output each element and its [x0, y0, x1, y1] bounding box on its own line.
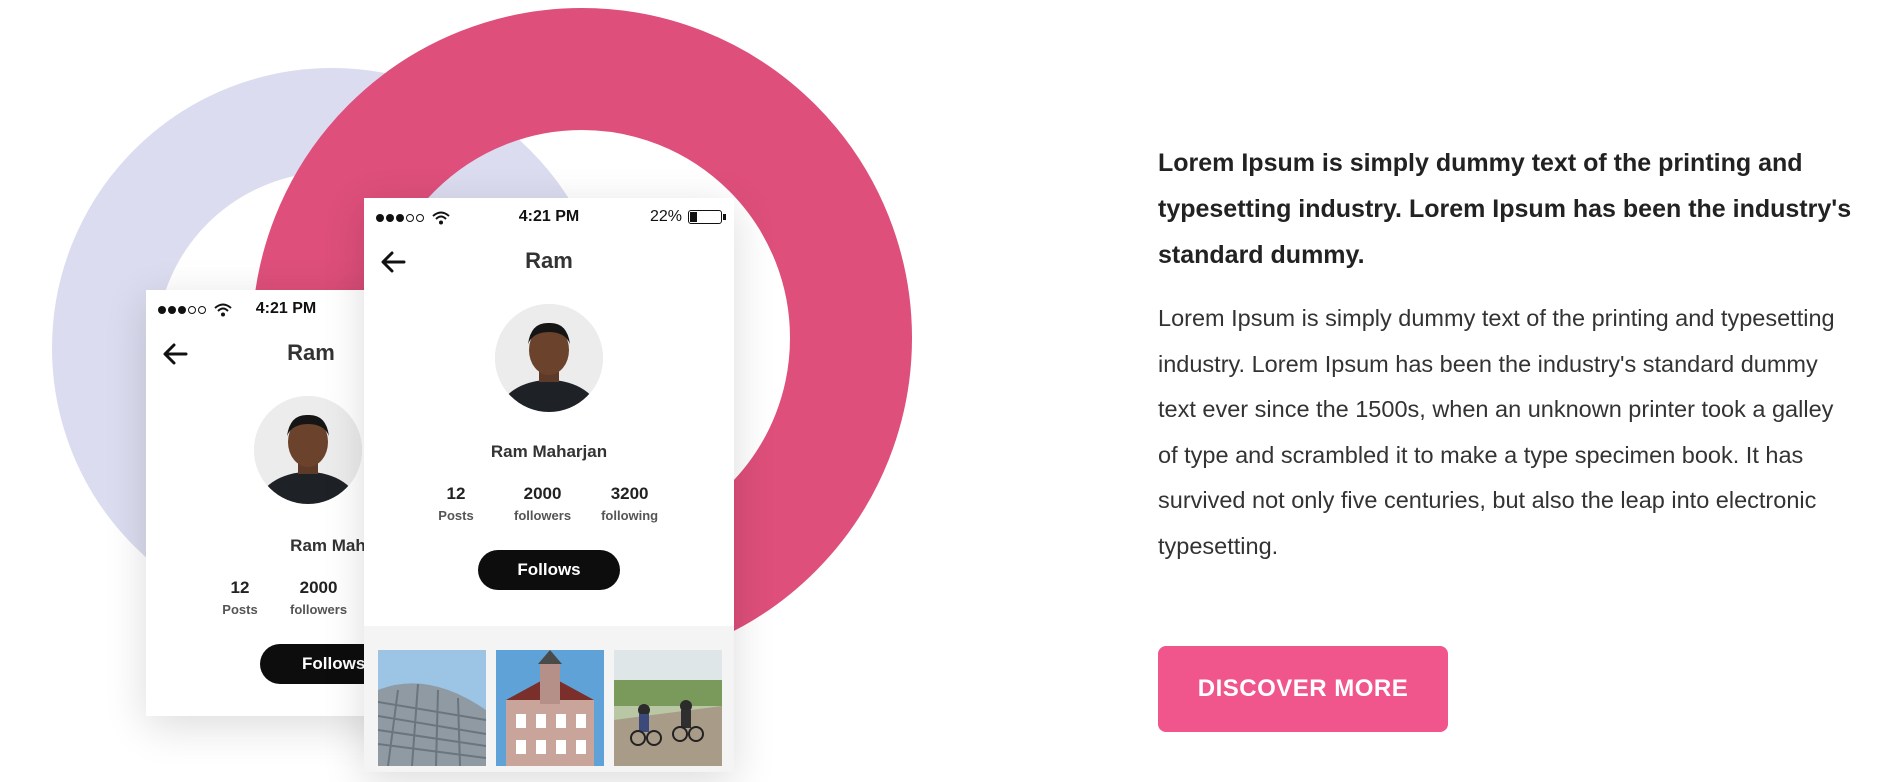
phone-screen: 4:21 PM 22% Ram Ram Maharjan 12 Posts 20… — [364, 198, 734, 626]
stat-value: 2000 — [523, 484, 562, 503]
stat-value: 12 — [230, 578, 250, 597]
gallery-photo-cyclists[interactable] — [614, 650, 722, 766]
photo-gallery — [378, 650, 722, 766]
stat-value: 12 — [446, 484, 466, 503]
stat-followers: 2000 followers — [514, 484, 571, 523]
content-section: Lorem Ipsum is simply dummy text of the … — [1158, 140, 1858, 569]
stat-posts: 12 Posts — [428, 484, 484, 523]
stat-label: Posts — [438, 508, 474, 523]
profile-stats: 12 Posts 2000 followers 3200 following — [428, 484, 658, 523]
profile-name: Ram Maharjan — [490, 442, 608, 461]
stat-label: followers — [514, 508, 572, 523]
profile-stats: 12 Posts 2000 followers — [212, 578, 347, 617]
body-paragraph: Lorem Ipsum is simply dummy text of the … — [1158, 305, 1835, 559]
avatar — [495, 304, 603, 412]
battery-percent: 22% — [649, 208, 682, 225]
stat-posts: 12 Posts — [212, 578, 268, 617]
stat-value: 3200 — [610, 484, 649, 503]
gallery-photo-tower[interactable] — [496, 650, 604, 766]
stat-following: 3200 following — [601, 484, 658, 523]
battery-icon — [688, 210, 726, 224]
stat-label: following — [601, 508, 659, 523]
battery-status: 22% — [649, 208, 726, 226]
phone-mockup-front: 4:21 PM 22% Ram Ram Maharjan 12 Posts 20… — [364, 198, 734, 772]
lead-paragraph: Lorem Ipsum is simply dummy text of the … — [1158, 149, 1852, 269]
stat-label: followers — [290, 602, 348, 617]
status-bar: 4:21 PM 22% — [364, 208, 734, 230]
stat-value: 2000 — [299, 578, 338, 597]
nav-bar: Ram — [364, 242, 734, 282]
avatar — [254, 396, 362, 504]
stat-followers: 2000 followers — [290, 578, 347, 617]
follow-button[interactable]: Follows — [478, 550, 620, 590]
gallery-photo-building[interactable] — [378, 650, 486, 766]
profile-title: Ram — [525, 248, 573, 273]
discover-more-button[interactable]: DISCOVER MORE — [1158, 646, 1448, 732]
stat-label: Posts — [222, 602, 258, 617]
